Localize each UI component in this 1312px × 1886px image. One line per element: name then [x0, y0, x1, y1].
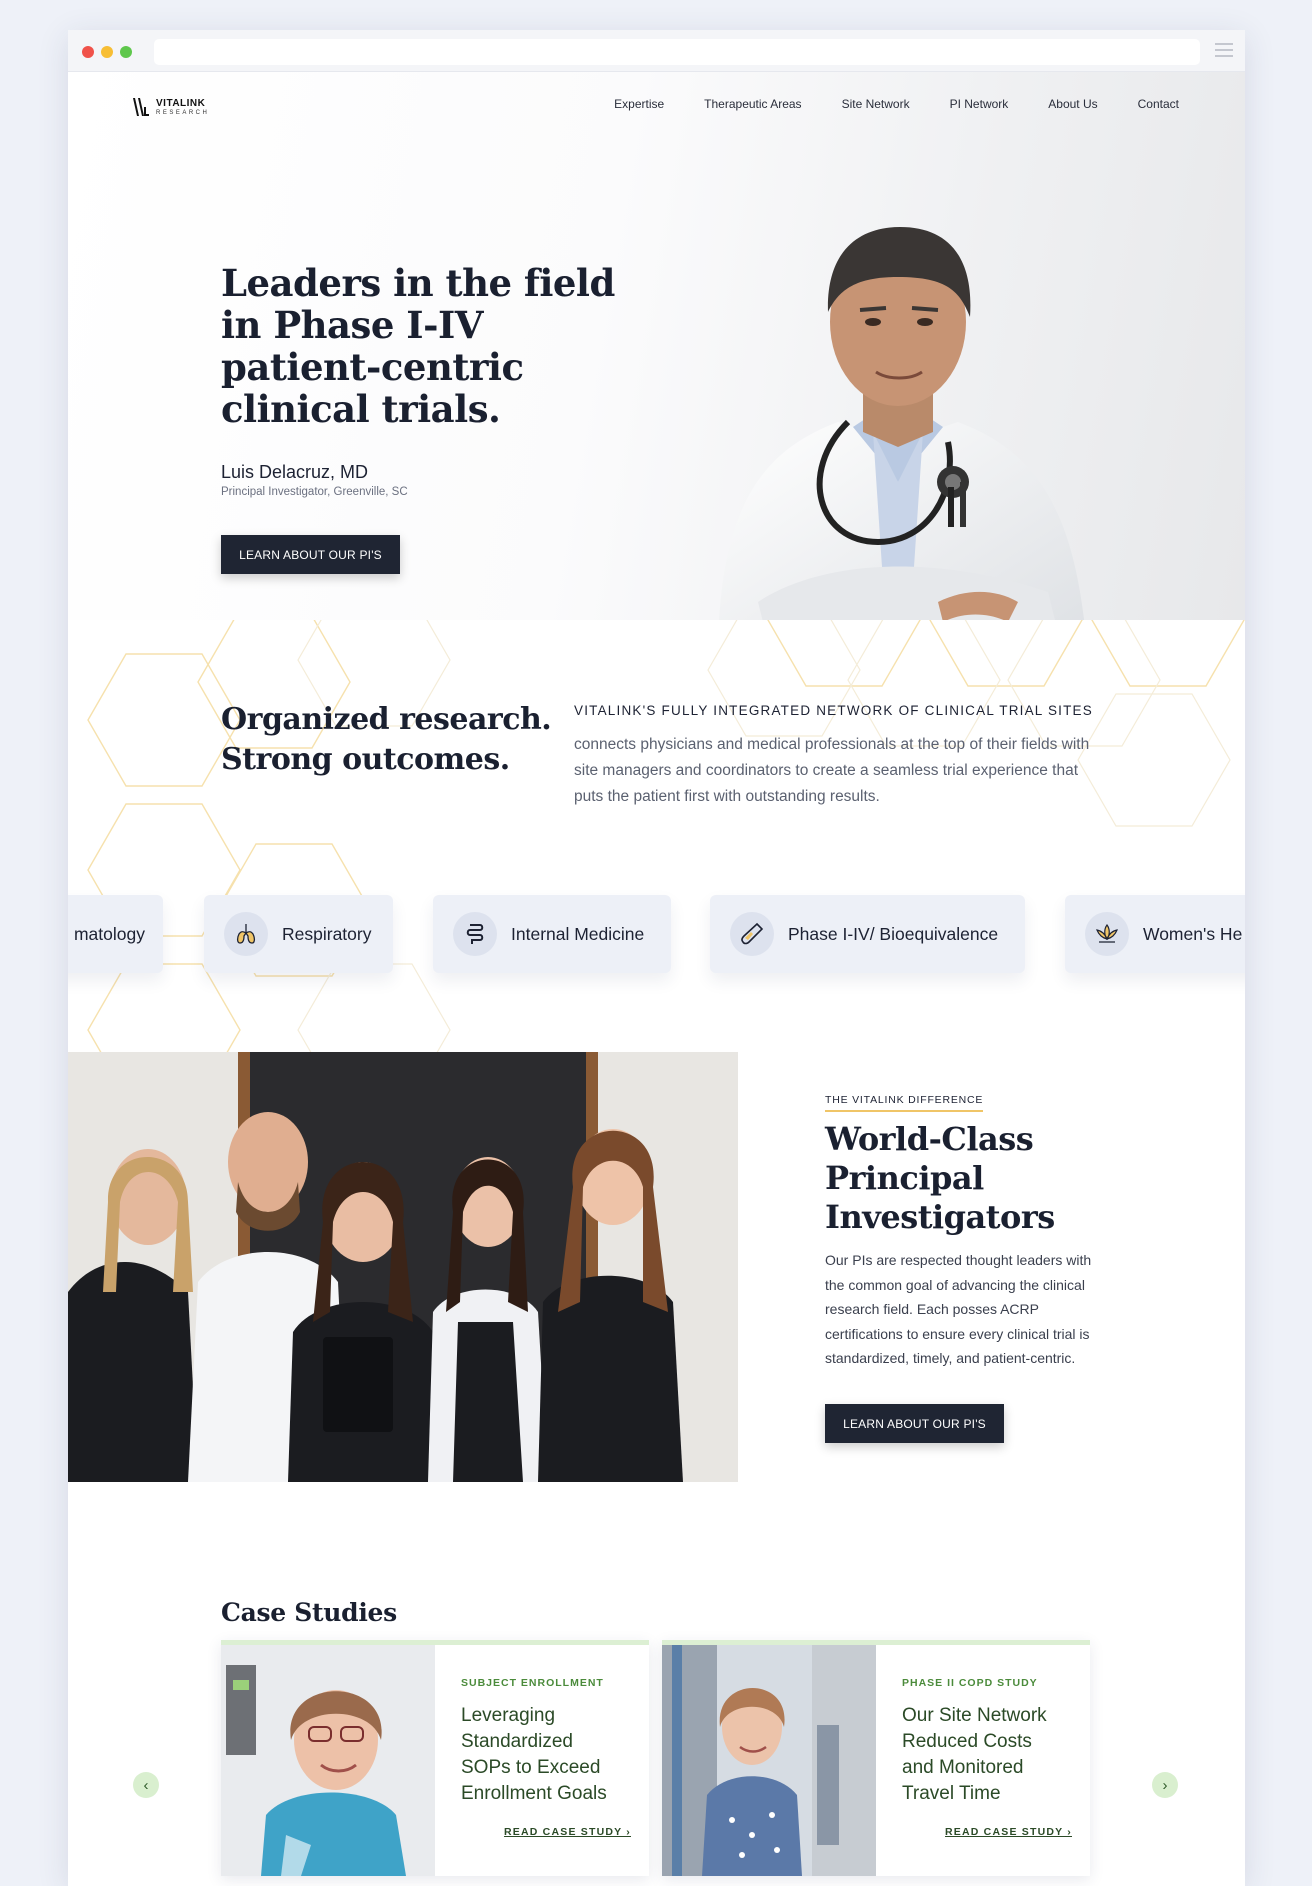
- chip-internal-medicine[interactable]: Internal Medicine: [433, 895, 671, 973]
- team-photo-image: [68, 1052, 738, 1482]
- logo-name: VITALINK: [156, 97, 206, 109]
- network-description: connects physicians and medical professi…: [574, 736, 1090, 805]
- case-study-kicker: SUBJECT ENROLLMENT: [461, 1677, 604, 1689]
- case-study-card[interactable]: PHASE II COPD STUDY Our Site Network Red…: [662, 1640, 1090, 1876]
- nav-site-network[interactable]: Site Network: [842, 97, 910, 111]
- maximize-window-dot[interactable]: [120, 46, 132, 58]
- nav-pi-network[interactable]: PI Network: [950, 97, 1009, 111]
- hexagon-background-pattern: [87, 620, 1245, 1080]
- learn-about-pis-button[interactable]: LEARN ABOUT OUR PI'S: [221, 535, 400, 574]
- nav-therapeutic-areas[interactable]: Therapeutic Areas: [704, 97, 801, 111]
- address-bar[interactable]: [154, 39, 1200, 65]
- hamburger-menu-icon[interactable]: [1215, 43, 1233, 57]
- nav-contact[interactable]: Contact: [1138, 97, 1179, 111]
- difference-description: Our PIs are respected thought leaders wi…: [825, 1252, 1092, 1366]
- pi-role: Principal Investigator, Greenville, SC: [221, 486, 408, 498]
- logo-subtitle: RESEARCH: [156, 109, 210, 116]
- organized-title-line-2: Strong outcomes.: [221, 742, 510, 777]
- case-study-title: Our Site Network Reduced Costs and Monit…: [902, 1705, 1047, 1804]
- carousel-prev-arrow-icon[interactable]: ‹: [133, 1772, 159, 1798]
- lungs-icon: [224, 912, 268, 956]
- chip-respiratory[interactable]: Respiratory: [204, 895, 393, 973]
- case-study-body: PHASE II COPD STUDY Our Site Network Red…: [876, 1645, 1090, 1876]
- organized-title-line-1: Organized research.: [221, 702, 552, 737]
- therapeutic-areas-carousel: matology Respiratory Internal Medicine P…: [68, 895, 1245, 975]
- nav-expertise[interactable]: Expertise: [614, 97, 664, 111]
- test-tube-icon: [730, 912, 774, 956]
- case-study-kicker: PHASE II COPD STUDY: [902, 1677, 1038, 1689]
- close-window-dot[interactable]: [82, 46, 94, 58]
- case-study-patient-image: [221, 1645, 435, 1876]
- learn-about-pis-button-2[interactable]: LEARN ABOUT OUR PI'S: [825, 1404, 1004, 1443]
- chip-label: Women's He: [1143, 923, 1243, 944]
- browser-chrome: [68, 30, 1245, 72]
- chip-label: Internal Medicine: [511, 923, 645, 944]
- difference-kicker: THE VITALINK DIFFERENCE: [825, 1094, 984, 1112]
- intestine-icon: [453, 912, 497, 956]
- hero-section: VITALINK RESEARCH Expertise Therapeutic …: [68, 72, 1245, 620]
- nav-about-us[interactable]: About Us: [1048, 97, 1097, 111]
- minimize-window-dot[interactable]: [101, 46, 113, 58]
- read-case-study-link[interactable]: READ CASE STUDY ›: [945, 1826, 1072, 1838]
- case-study-patient-image: [662, 1645, 876, 1876]
- chip-womens-health[interactable]: Women's He: [1065, 895, 1245, 973]
- case-study-body: SUBJECT ENROLLMENT Leveraging Standardiz…: [435, 1645, 649, 1876]
- browser-window: VITALINK RESEARCH Expertise Therapeutic …: [68, 30, 1245, 1886]
- organized-research-title: Organized research. Strong outcomes.: [221, 700, 552, 780]
- lotus-icon: [1085, 912, 1129, 956]
- vitalink-logo-icon: [133, 98, 149, 116]
- network-kicker: VITALINK'S FULLY INTEGRATED NETWORK OF C…: [574, 703, 1093, 718]
- chip-phase-bioequivalence[interactable]: Phase I-IV/ Bioequivalence: [710, 895, 1025, 973]
- carousel-next-arrow-icon[interactable]: ›: [1152, 1772, 1178, 1798]
- case-study-card[interactable]: SUBJECT ENROLLMENT Leveraging Standardiz…: [221, 1640, 649, 1876]
- chip-label: Respiratory: [282, 923, 372, 944]
- doctor-portrait-image: [719, 227, 1085, 620]
- read-case-study-link[interactable]: READ CASE STUDY ›: [504, 1826, 631, 1838]
- chip-label: matology: [73, 923, 145, 944]
- site-logo[interactable]: VITALINK RESEARCH: [132, 97, 209, 117]
- main-nav: Expertise Therapeutic Areas Site Network…: [614, 97, 1179, 111]
- case-studies-title: Case Studies: [221, 1598, 397, 1627]
- pi-name: Luis Delacruz, MD: [221, 462, 369, 482]
- chip-label: Phase I-IV/ Bioequivalence: [788, 923, 999, 944]
- case-study-title: Leveraging Standardized SOPs to Exceed E…: [461, 1705, 607, 1804]
- difference-title: World-Class Principal Investigators: [825, 1120, 1055, 1236]
- chip-dermatology[interactable]: matology: [68, 895, 163, 973]
- hero-title: Leaders in the field in Phase I-IV patie…: [221, 261, 615, 431]
